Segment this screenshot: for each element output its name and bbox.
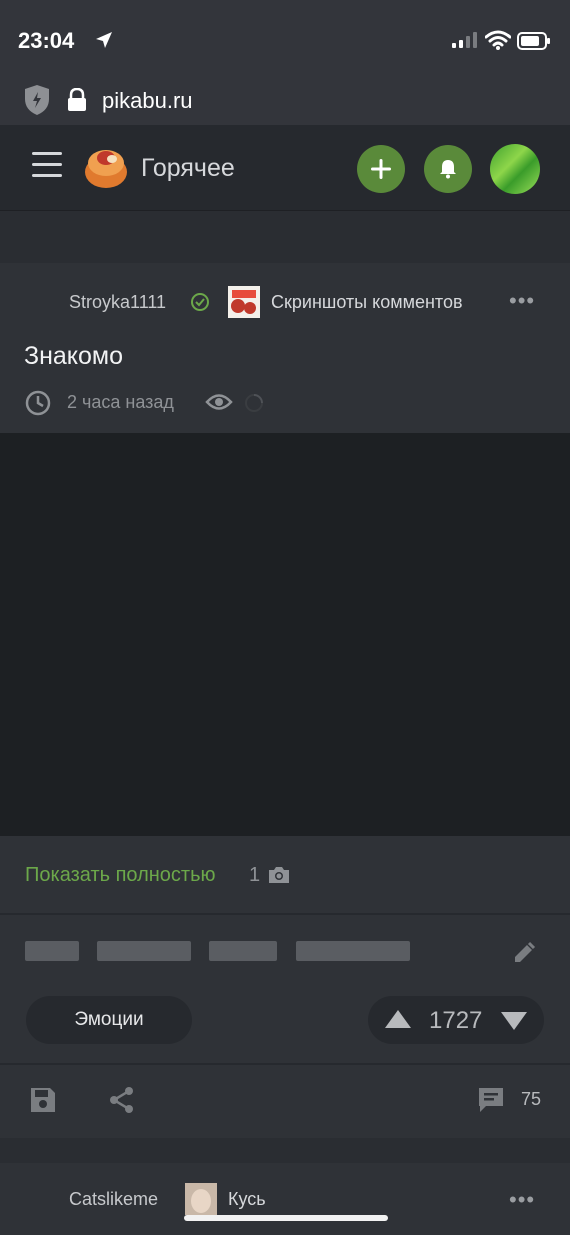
plus-icon (371, 159, 391, 179)
post-image[interactable] (0, 433, 570, 836)
next-post-community-avatar[interactable] (185, 1183, 217, 1215)
next-post-more-icon[interactable]: ••• (509, 1187, 535, 1213)
shield-icon[interactable] (24, 84, 50, 116)
next-post-community[interactable]: Кусь (228, 1189, 266, 1210)
post-tag[interactable] (97, 941, 191, 961)
edit-tags-icon[interactable] (512, 941, 536, 965)
upvote-icon[interactable] (384, 1008, 412, 1030)
comments-icon[interactable] (477, 1086, 505, 1114)
loading-spinner-icon (245, 394, 263, 412)
verified-author-icon (191, 293, 209, 311)
menu-icon[interactable] (32, 152, 62, 178)
post-time: 2 часа назад (67, 392, 174, 412)
save-icon[interactable] (29, 1086, 57, 1114)
add-post-button[interactable] (357, 145, 405, 193)
post-title[interactable]: Знакомо (24, 342, 123, 371)
post-tag[interactable] (25, 941, 79, 961)
feed-gap (0, 211, 570, 263)
page-title[interactable]: Горячее (141, 154, 235, 183)
pikabu-logo-icon[interactable] (84, 145, 128, 189)
emotions-button[interactable]: Эмоции (26, 996, 192, 1044)
cellular-signal-icon (452, 32, 477, 48)
bell-icon (440, 160, 456, 179)
post-author[interactable]: Stroyka1111 (69, 292, 166, 313)
comments-count[interactable]: 75 (521, 1089, 541, 1110)
post-rating: 1727 (429, 1007, 483, 1034)
home-indicator[interactable] (184, 1215, 388, 1221)
camera-icon (269, 867, 289, 883)
photo-count: 1 (249, 864, 261, 886)
divider (0, 913, 570, 915)
show-full-link[interactable]: Показать полностью (25, 864, 216, 887)
url-text[interactable]: pikabu.ru (102, 88, 193, 114)
next-post-author[interactable]: Catslikeme (69, 1189, 158, 1210)
downvote-icon[interactable] (500, 1010, 528, 1032)
lock-icon (68, 88, 86, 111)
status-time: 23:04 (18, 28, 75, 53)
user-avatar[interactable] (490, 144, 540, 194)
post-tag[interactable] (209, 941, 277, 961)
community-avatar[interactable] (228, 286, 260, 318)
post-community[interactable]: Скриншоты комментов (271, 292, 463, 313)
share-icon[interactable] (108, 1086, 136, 1114)
wifi-icon (485, 30, 511, 50)
battery-icon (517, 32, 550, 50)
clock-icon (25, 390, 51, 416)
location-arrow-icon (96, 32, 112, 48)
post-more-icon[interactable]: ••• (509, 288, 535, 314)
divider (0, 1063, 570, 1065)
notifications-button[interactable] (424, 145, 472, 193)
post-tag[interactable] (296, 941, 410, 961)
eye-icon[interactable] (205, 391, 233, 413)
